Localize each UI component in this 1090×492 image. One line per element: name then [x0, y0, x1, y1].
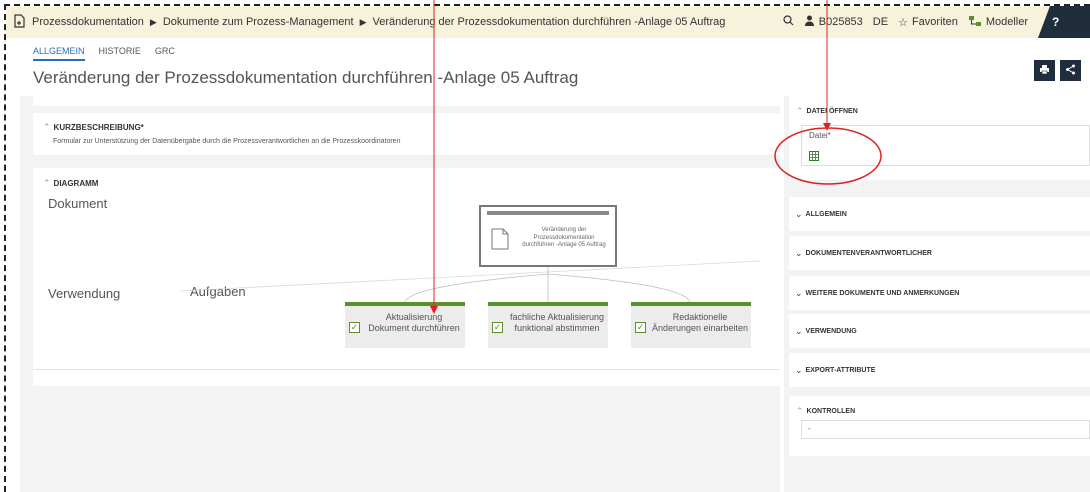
checkbox-icon: ✓: [635, 322, 646, 333]
section-weitere-dokumente[interactable]: ⌄ WEITERE DOKUMENTE UND ANMERKUNGEN: [789, 276, 1090, 310]
checkbox-icon: ✓: [349, 322, 360, 333]
datei-oeffnen-toggle[interactable]: ⌃ DATEI ÖFFNEN: [796, 106, 858, 117]
section-dokumentenverantwortlicher-label: DOKUMENTENVERANTWORTLICHER: [805, 249, 932, 257]
chevron-down-icon: ⌄: [795, 247, 803, 258]
chevron-down-icon: ⌄: [795, 364, 803, 375]
task-label: Aktualisierung Dokument durchführen: [368, 312, 460, 333]
chevron-down-icon: ⌄: [795, 208, 803, 219]
chevron-down-icon: ⌄: [795, 325, 803, 336]
chevron-down-icon: ⌄: [795, 287, 803, 298]
spreadsheet-file-icon[interactable]: [809, 148, 819, 166]
datei-oeffnen-section: ⌃ DATEI ÖFFNEN Datei*: [789, 96, 1090, 180]
task-label: Redaktionelle Änderungen einarbeiten: [651, 312, 749, 333]
section-verwendung-label: VERWENDUNG: [805, 327, 857, 335]
kontrollen-field: -: [801, 420, 1090, 439]
kontrollen-heading: KONTROLLEN: [806, 408, 856, 415]
section-export-attribute[interactable]: ⌄ EXPORT-ATTRIBUTE: [789, 353, 1090, 387]
chevron-up-icon: ⌃: [796, 106, 804, 116]
chevron-up-icon: ⌃: [796, 406, 804, 416]
checkbox-icon: ✓: [492, 322, 503, 333]
datei-field-label: Datei*: [809, 131, 831, 140]
section-export-attribute-label: EXPORT-ATTRIBUTE: [805, 366, 876, 374]
document-node[interactable]: Veränderung der Prozessdokumentation dur…: [479, 205, 617, 267]
datei-field: Datei*: [801, 125, 1090, 166]
kontrollen-toggle[interactable]: ⌃ KONTROLLEN: [796, 406, 855, 417]
task-node[interactable]: ✓ Aktualisierung Dokument durchführen: [345, 302, 465, 348]
section-dokumentenverantwortlicher[interactable]: ⌄ DOKUMENTENVERANTWORTLICHER: [789, 236, 1090, 270]
section-verwendung[interactable]: ⌄ VERWENDUNG: [789, 314, 1090, 348]
section-allgemein[interactable]: ⌄ ALLGEMEIN: [789, 197, 1090, 231]
task-label: fachliche Aktualisierung funktional abst…: [509, 312, 605, 333]
document-node-label: Veränderung der Prozessdokumentation dur…: [522, 227, 606, 248]
task-node[interactable]: ✓ fachliche Aktualisierung funktional ab…: [488, 302, 608, 348]
kontrollen-section: ⌃ KONTROLLEN -: [789, 396, 1090, 456]
document-node-header: [487, 211, 609, 215]
task-node[interactable]: ✓ Redaktionelle Änderungen einarbeiten: [631, 302, 751, 348]
document-icon: [491, 228, 509, 255]
datei-oeffnen-heading: DATEI ÖFFNEN: [806, 108, 858, 115]
section-weitere-dokumente-label: WEITERE DOKUMENTE UND ANMERKUNGEN: [805, 289, 960, 297]
section-allgemein-label: ALLGEMEIN: [805, 210, 847, 218]
